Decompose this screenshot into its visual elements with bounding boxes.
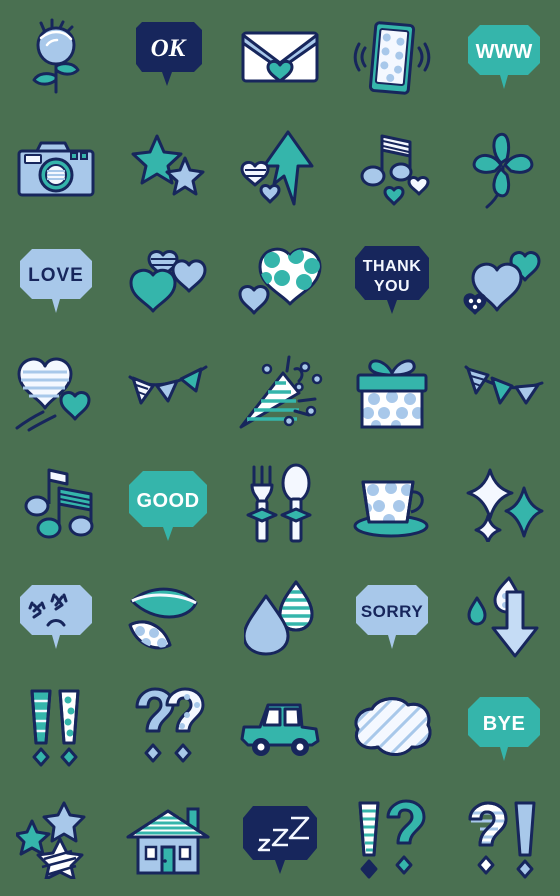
bye-bubble-text: BYE [483, 713, 526, 735]
teacup-icon [353, 480, 429, 538]
fork-and-spoon-icon [246, 463, 312, 543]
love-speech-bubble-icon: LOVE [20, 249, 92, 313]
sticker-cell-leaves[interactable] [112, 560, 224, 672]
thought-cloud-icon [354, 697, 432, 756]
good-speech-bubble-icon: GOOD [129, 471, 207, 541]
sticker-cell-love-bubble[interactable]: LOVE [0, 224, 112, 336]
sticker-cell-bunting-left[interactable] [112, 336, 224, 448]
music-notes-icon [24, 468, 94, 539]
sticker-cell-two-stars[interactable] [112, 112, 224, 224]
bunting-flags-left-icon [128, 365, 208, 405]
bunting-flags-right-icon [464, 365, 544, 405]
sorry-bubble-text: SORRY [361, 602, 423, 621]
vibrating-phone-icon [353, 21, 431, 95]
sticker-cell-down-arrow-droplets[interactable] [448, 560, 560, 672]
sticker-cell-four-leaf-clover[interactable] [448, 112, 560, 224]
sticker-cell-www-bubble[interactable]: WWW [448, 0, 560, 112]
three-small-hearts-icon [129, 250, 207, 313]
love-bubble-text: LOVE [28, 265, 84, 286]
love-letter-envelope-icon [241, 31, 319, 83]
down-arrow-droplets-icon [467, 576, 539, 658]
sticker-cell-party-popper[interactable] [224, 336, 336, 448]
two-stars-icon [131, 134, 205, 196]
sorry-speech-bubble-icon: SORRY [356, 585, 428, 649]
sticker-cell-three-small-hearts[interactable] [112, 224, 224, 336]
sticker-cell-water-droplets[interactable] [224, 560, 336, 672]
thank-you-line1: THANK [363, 258, 422, 275]
sticker-cell-sparkles[interactable] [448, 448, 560, 560]
zzz-speech-bubble-icon [243, 806, 317, 874]
party-popper-icon [239, 355, 323, 429]
sticker-cell-good-bubble[interactable]: GOOD [112, 448, 224, 560]
sticker-cell-music-notes[interactable] [0, 448, 112, 560]
sticker-cell-sorry-bubble[interactable]: SORRY [336, 560, 448, 672]
music-note-hearts-icon [360, 134, 430, 206]
emoji-sticker-grid: Rose flower OK [0, 0, 560, 896]
sticker-cell-flying-hearts[interactable] [0, 336, 112, 448]
sticker-cell-up-arrow-hearts[interactable] [224, 112, 336, 224]
sticker-cell-fork-spoon[interactable] [224, 448, 336, 560]
sticker-cell-question-exclamation[interactable] [448, 784, 560, 896]
flying-hearts-icon [15, 357, 91, 432]
house-icon [126, 807, 210, 875]
sticker-cell-heart-trio[interactable] [448, 224, 560, 336]
double-exclamation-icon [30, 689, 80, 767]
sticker-cell-bunting-right[interactable] [448, 336, 560, 448]
up-arrow-hearts-icon [240, 130, 314, 206]
sticker-cell-double-question[interactable] [112, 672, 224, 784]
good-bubble-text: GOOD [136, 490, 199, 512]
thank-you-speech-bubble-icon: THANK YOU [355, 246, 429, 314]
sticker-cell-exclamation-question[interactable] [336, 784, 448, 896]
sticker-cell-vibrating-phone[interactable] [336, 0, 448, 112]
sticker-cell-car[interactable] [224, 672, 336, 784]
ok-speech-bubble-icon: OK [136, 22, 202, 86]
sticker-cell-music-note-hearts[interactable] [336, 112, 448, 224]
rose-flower-icon [32, 18, 80, 94]
ok-bubble-text: OK [151, 35, 188, 62]
www-bubble-text: WWW [476, 41, 533, 63]
exclamation-question-icon [358, 799, 426, 879]
leaves-icon [128, 587, 198, 650]
question-exclamation-icon [468, 801, 536, 879]
sticker-cell-bye-bubble[interactable]: BYE [448, 672, 560, 784]
double-question-icon [135, 687, 205, 763]
sticker-cell-thought-cloud[interactable] [336, 672, 448, 784]
water-droplets-icon [244, 580, 314, 656]
sticker-cell-house[interactable] [112, 784, 224, 896]
polka-dot-hearts-icon [238, 247, 322, 315]
car-icon [240, 703, 320, 756]
sticker-cell-ok-bubble[interactable]: OK [112, 0, 224, 112]
sticker-cell-envelope[interactable] [224, 0, 336, 112]
sticker-cell-zzz-bubble[interactable] [224, 784, 336, 896]
sticker-cell-dizzy-face-bubble[interactable] [0, 560, 112, 672]
sticker-cell-rose-flower[interactable]: Rose flower [0, 0, 112, 112]
sparkles-icon [466, 468, 544, 542]
four-leaf-clover-icon [472, 132, 534, 209]
sticker-cell-gift-box[interactable] [336, 336, 448, 448]
sticker-cell-teacup[interactable] [336, 448, 448, 560]
gift-box-icon [356, 359, 428, 429]
sticker-cell-thank-you-bubble[interactable]: THANK YOU [336, 224, 448, 336]
camera-icon [17, 141, 95, 197]
sticker-cell-three-stars[interactable] [0, 784, 112, 896]
heart-trio-icon [463, 251, 541, 315]
three-stars-icon [16, 801, 86, 879]
sticker-cell-polka-dot-hearts[interactable] [224, 224, 336, 336]
sticker-cell-camera[interactable] [0, 112, 112, 224]
bye-speech-bubble-icon: BYE [468, 697, 540, 761]
thank-you-line2: YOU [374, 278, 410, 295]
www-speech-bubble-icon: WWW [468, 25, 540, 89]
sticker-cell-double-exclamation[interactable] [0, 672, 112, 784]
dizzy-face-bubble-icon [20, 585, 92, 649]
